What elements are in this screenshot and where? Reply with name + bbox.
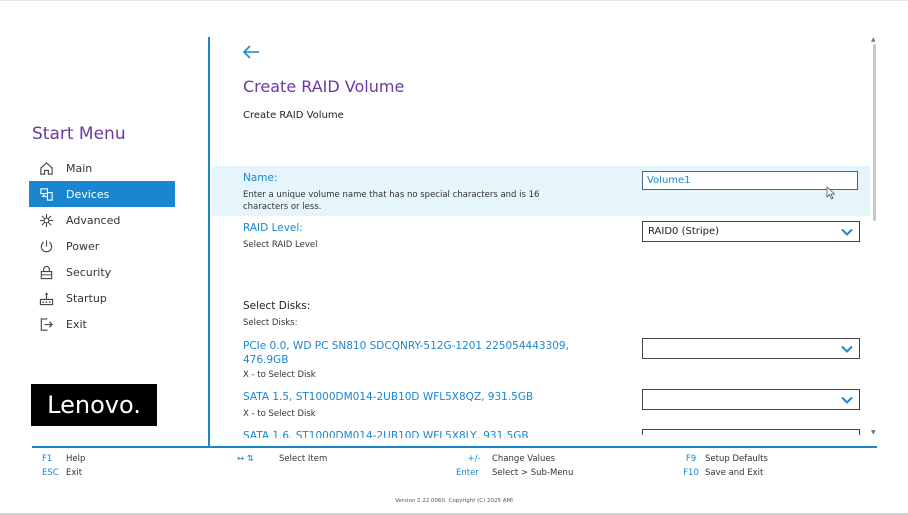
sidebar-item-startup[interactable]: Startup	[29, 285, 175, 311]
disk-label-sata-1-6: SATA 1.6, ST1000DM014-2UB10D WFL5X8LY, 9…	[243, 430, 529, 438]
sidebar-item-label: Security	[66, 265, 112, 279]
sidebar-item-label: Advanced	[66, 213, 121, 227]
advanced-icon	[37, 211, 55, 229]
home-icon	[37, 159, 55, 177]
sidebar-item-main[interactable]: Main	[29, 155, 175, 181]
disk-select-sata-1-6[interactable]	[642, 429, 860, 435]
logo-text: Lenovo.	[47, 391, 141, 419]
key-hint-plus-minus: +/- Change Values	[467, 454, 556, 464]
page-subtitle: Create RAID Volume	[243, 110, 344, 121]
raid-level-label: RAID Level:	[243, 222, 303, 234]
sidebar-item-exit[interactable]: Exit	[29, 311, 175, 337]
chevron-down-icon	[841, 345, 853, 353]
sidebar-item-power[interactable]: Power	[29, 233, 175, 259]
sidebar-item-label: Devices	[66, 187, 110, 201]
lenovo-logo: Lenovo.	[31, 384, 157, 426]
footer-divider	[32, 446, 877, 448]
key-hint-f9: F9 Setup Defaults	[685, 454, 768, 464]
lock-icon	[37, 263, 55, 281]
sidebar-item-advanced[interactable]: Advanced	[29, 207, 175, 233]
disk-label-clip: SATA 1.6, ST1000DM014-2UB10D WFL5X8LY, 9…	[243, 428, 573, 438]
mouse-cursor-icon	[826, 186, 836, 200]
sidebar-item-label: Power	[66, 239, 100, 253]
chevron-down-icon	[841, 396, 853, 404]
exit-icon	[37, 315, 55, 333]
scroll-down-arrow-icon[interactable]: ▼	[871, 429, 876, 436]
scroll-up-arrow-icon[interactable]: ▲	[871, 36, 876, 43]
raid-level-help: Select RAID Level	[243, 240, 318, 250]
sidebar-item-devices[interactable]: Devices	[29, 181, 175, 207]
key-hint-arrows: ↔ ⇅ Select Item	[237, 454, 328, 464]
name-help: Enter a unique volume name that has no s…	[243, 190, 540, 212]
key-hint-f10: F10 Save and Exit	[683, 468, 764, 478]
disk-label-pcie: PCIe 0.0, WD PC SN810 SDCQNRY-512G-1201 …	[243, 340, 569, 366]
sidebar-item-label: Exit	[66, 317, 87, 331]
power-icon	[37, 237, 55, 255]
raid-level-value: RAID0 (Stripe)	[648, 226, 720, 237]
sidebar-divider	[208, 37, 210, 446]
key-hint-enter: Enter Select > Sub-Menu	[456, 468, 574, 478]
devices-icon	[37, 185, 55, 203]
top-border	[0, 0, 908, 1]
select-disks-heading: Select Disks:	[243, 300, 311, 312]
startup-icon	[37, 289, 55, 307]
key-hint-f1: F1 Help	[42, 454, 86, 464]
sidebar-item-security[interactable]: Security	[29, 259, 175, 285]
key-hint-esc: ESC Exit	[42, 468, 83, 478]
start-menu-title: Start Menu	[32, 124, 126, 144]
select-disks-help: Select Disks:	[243, 318, 298, 328]
sidebar-item-label: Main	[66, 161, 93, 175]
scrollbar-thumb[interactable]	[873, 44, 876, 221]
disk-help-pcie: X - to Select Disk	[243, 370, 316, 380]
sidebar-menu: Main Devices Advanced Power Security Sta…	[29, 155, 175, 337]
disk-label-sata-1-5: SATA 1.5, ST1000DM014-2UB10D WFL5X8QZ, 9…	[243, 391, 534, 403]
back-arrow-icon[interactable]	[241, 42, 261, 62]
disk-help-sata-1-5: X - to Select Disk	[243, 409, 316, 419]
version-text: Version 2.22.0060. Copyright (C) 2025 AM…	[395, 498, 513, 504]
name-label: Name:	[243, 172, 278, 184]
page-title: Create RAID Volume	[243, 77, 405, 96]
chevron-down-icon	[841, 228, 853, 236]
disk-select-sata-1-5[interactable]	[642, 389, 860, 410]
disk-select-pcie[interactable]	[642, 338, 860, 359]
raid-level-select[interactable]: RAID0 (Stripe)	[642, 221, 860, 242]
sidebar-item-label: Startup	[66, 291, 107, 305]
